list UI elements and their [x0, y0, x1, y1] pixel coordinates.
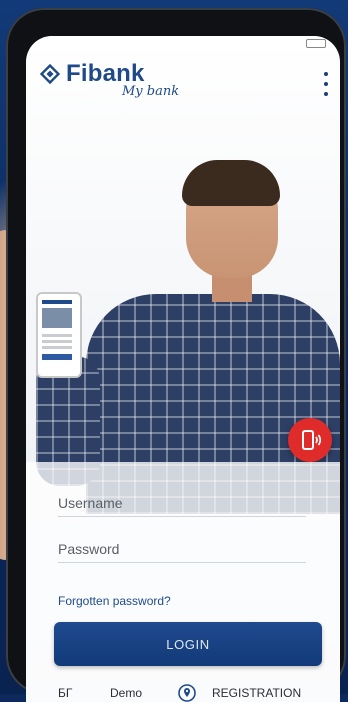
username-field[interactable]	[58, 492, 306, 517]
username-input[interactable]	[58, 492, 306, 514]
mini-phone-illustration	[36, 292, 82, 378]
fibank-diamond-icon	[40, 64, 60, 84]
phone-nfc-icon	[302, 430, 322, 450]
person-hair	[182, 160, 280, 206]
location-pin-icon[interactable]	[178, 684, 196, 702]
password-input[interactable]	[58, 538, 306, 560]
login-button[interactable]: LOGIN	[54, 622, 322, 666]
bottom-bar: БГ Demo REGISTRATION	[26, 684, 340, 702]
battery-icon	[306, 39, 326, 48]
phone-nfc-button[interactable]	[288, 418, 332, 462]
language-switch[interactable]: БГ	[58, 686, 72, 700]
forgot-password-link[interactable]: Forgotten password?	[58, 594, 171, 608]
password-field[interactable]	[58, 538, 306, 563]
app-screen: Fibank My bank Username Forgotten passwo…	[26, 36, 340, 702]
phone-frame: Fibank My bank Username Forgotten passwo…	[6, 8, 346, 702]
registration-link[interactable]: REGISTRATION	[212, 686, 301, 700]
login-form: Forgotten password? LOGIN БГ Demo REGIST…	[26, 462, 340, 702]
brand-tagline: My bank	[122, 84, 180, 99]
demo-link[interactable]: Demo	[110, 686, 142, 700]
status-bar	[26, 36, 340, 50]
kebab-menu-icon[interactable]	[318, 72, 334, 96]
